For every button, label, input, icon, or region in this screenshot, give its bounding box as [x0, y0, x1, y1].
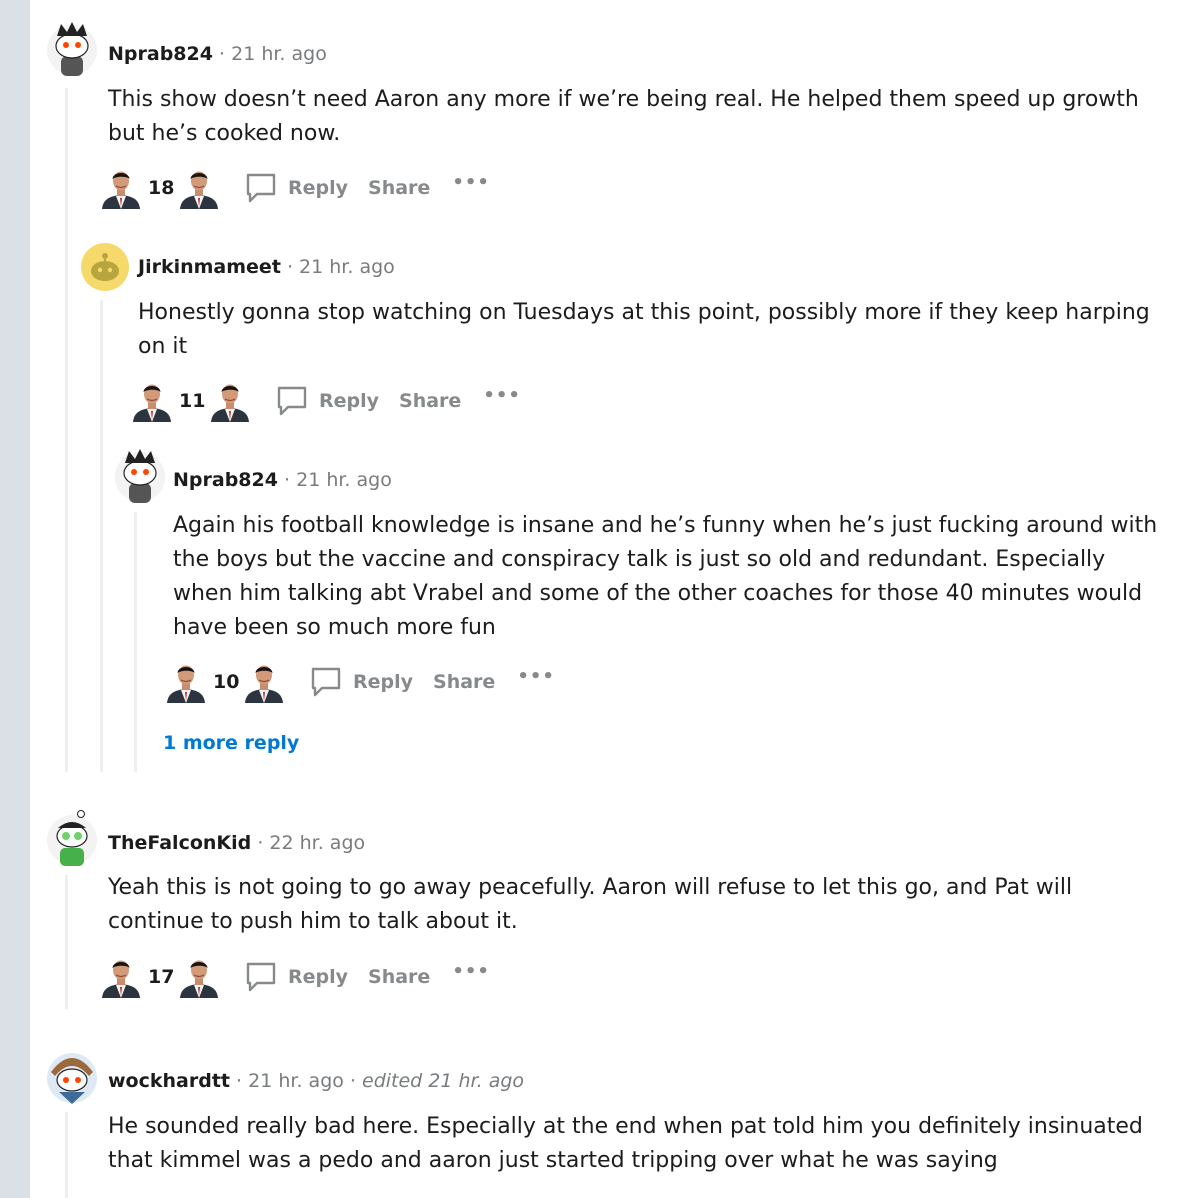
thread-line[interactable]	[65, 88, 68, 772]
separator: ·	[219, 43, 226, 65]
share-button[interactable]: Share	[368, 177, 430, 199]
more-replies-link[interactable]: 1 more reply	[163, 732, 299, 754]
separator: ·	[286, 256, 293, 278]
comment-actions: 18 Reply Share •••	[100, 166, 490, 210]
page-gutter	[0, 0, 30, 1198]
thread-line[interactable]	[65, 875, 68, 1009]
more-options-icon[interactable]: •••	[452, 172, 490, 193]
vote-score: 10	[213, 671, 240, 693]
upvote-icon[interactable]	[100, 167, 142, 209]
username[interactable]: TheFalconKid	[108, 832, 251, 854]
comment-meta: Nprab824 · 21 hr. ago	[108, 43, 327, 65]
comment-body: He sounded really bad here. Especially a…	[108, 1114, 1143, 1173]
username[interactable]: Jirkinmameet	[138, 256, 281, 278]
comment-body: Honestly gonna stop watching on Tuesdays…	[138, 300, 1150, 359]
reply-button[interactable]: Reply	[288, 177, 348, 199]
downvote-icon[interactable]	[209, 380, 251, 422]
reply-button[interactable]: Reply	[288, 966, 348, 988]
vote-score: 11	[179, 390, 206, 412]
comment-body: Yeah this is not going to go away peacef…	[108, 875, 1073, 934]
comment-actions: 11 Reply Share •••	[131, 379, 521, 423]
share-button[interactable]: Share	[368, 966, 430, 988]
comment-meta: Nprab824 · 21 hr. ago	[173, 469, 392, 491]
downvote-icon[interactable]	[178, 956, 220, 998]
comment-meta: TheFalconKid · 22 hr. ago	[108, 832, 365, 854]
avatar[interactable]	[45, 1046, 99, 1104]
upvote-icon[interactable]	[165, 661, 207, 703]
separator: ·	[284, 469, 291, 491]
thread-line[interactable]	[100, 300, 103, 772]
timestamp[interactable]: 21 hr. ago	[248, 1070, 344, 1092]
username[interactable]: wockhardtt	[108, 1070, 230, 1092]
share-button[interactable]: Share	[433, 671, 495, 693]
downvote-icon[interactable]	[243, 661, 285, 703]
comment-body: Again his football knowledge is insane a…	[173, 513, 1158, 640]
comment-actions: 10 Reply Share •••	[165, 660, 555, 704]
edited-label: edited 21 hr. ago	[362, 1070, 525, 1092]
speech-bubble-icon[interactable]	[244, 960, 278, 994]
reply-button[interactable]: Reply	[319, 390, 379, 412]
reply-button[interactable]: Reply	[353, 671, 413, 693]
speech-bubble-icon[interactable]	[244, 171, 278, 205]
separator: ·	[257, 832, 264, 854]
username[interactable]: Nprab824	[173, 469, 278, 491]
speech-bubble-icon[interactable]	[275, 384, 309, 418]
avatar[interactable]	[45, 20, 99, 76]
upvote-icon[interactable]	[100, 956, 142, 998]
thread-line[interactable]	[65, 1112, 68, 1198]
share-button[interactable]: Share	[399, 390, 461, 412]
vote-score: 18	[148, 177, 175, 199]
speech-bubble-icon[interactable]	[309, 665, 343, 699]
separator: ·	[236, 1070, 243, 1092]
timestamp[interactable]: 21 hr. ago	[231, 43, 327, 65]
vote-score: 17	[148, 966, 175, 988]
username[interactable]: Nprab824	[108, 43, 213, 65]
more-options-icon[interactable]: •••	[452, 961, 490, 982]
upvote-icon[interactable]	[131, 380, 173, 422]
thread-line[interactable]	[134, 512, 137, 772]
more-options-icon[interactable]: •••	[517, 666, 555, 687]
comment-actions: 17 Reply Share •••	[100, 955, 490, 999]
timestamp[interactable]: 21 hr. ago	[299, 256, 395, 278]
timestamp[interactable]: 22 hr. ago	[269, 832, 365, 854]
avatar[interactable]	[80, 242, 134, 296]
more-options-icon[interactable]: •••	[483, 385, 521, 406]
comment-meta: wockhardtt · 21 hr. ago · edited 21 hr. …	[108, 1070, 524, 1092]
avatar[interactable]	[45, 808, 99, 866]
comment-meta: Jirkinmameet · 21 hr. ago	[138, 256, 395, 278]
downvote-icon[interactable]	[178, 167, 220, 209]
separator: ·	[349, 1070, 356, 1092]
avatar[interactable]	[113, 447, 167, 503]
comment-body: This show doesn’t need Aaron any more if…	[108, 87, 1139, 146]
timestamp[interactable]: 21 hr. ago	[296, 469, 392, 491]
